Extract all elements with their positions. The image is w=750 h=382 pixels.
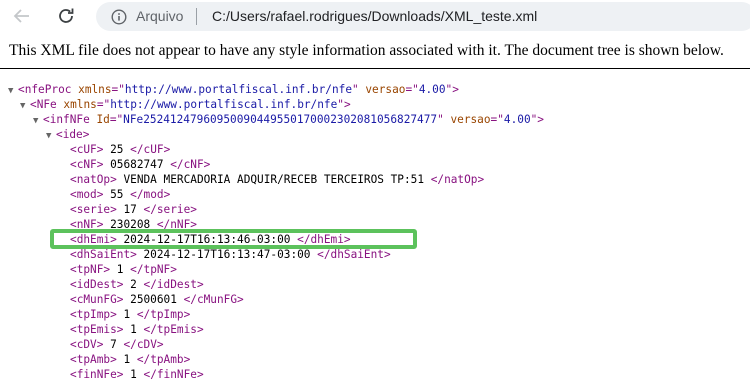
xml-field-tpAmb: <tpAmb> 1 </tpAmb> [70,353,191,366]
xml-node-ide: ▼ <ide> [46,127,89,142]
banner-message: This XML file does not appear to have an… [9,42,724,59]
xml-node-NFe: ▼ <NFe xmlns="http://www.portalfiscal.inf… [20,97,351,112]
xml-field-natOp: <natOp> VENDA MERCADORIA ADQUIR/RECEB TE… [70,173,485,186]
xml-field-dhSaiEnt: <dhSaiEnt> 2024-12-17T16:13:47-03:00 </d… [70,248,391,261]
reload-icon [59,8,74,23]
xml-field-cNF: <cNF> 05682747 </cNF> [70,158,211,171]
collapse-toggle-icon[interactable]: ▼ [20,99,30,114]
address-bar[interactable]: Arquivo C:/Users/rafael.rodrigues/Downlo… [96,2,750,31]
xml-field-mod: <mod> 55 </mod> [70,188,171,201]
omnibox-separator [196,8,197,25]
highlight-box [50,229,417,249]
xml-node-nfeProc: ▼ <nfeProc xmlns="http://www.portalfiscal… [8,82,459,97]
xml-field-cUF: <cUF> 25 </cUF> [70,143,171,156]
xml-field-cDV: <cDV> 7 </cDV> [70,338,164,351]
xml-field-idDest: <idDest> 2 </idDest> [70,278,204,291]
back-arrow-icon [13,9,29,23]
xml-field-serie: <serie> 17 </serie> [70,203,197,216]
xml-field-finNFe: <finNFe> 1 </finNFe> [70,368,204,381]
browser-toolbar: Arquivo C:/Users/rafael.rodrigues/Downlo… [0,0,750,33]
xml-field-cMunFG: <cMunFG> 2500601 </cMunFG> [70,293,244,306]
info-icon[interactable] [111,9,127,25]
xml-field-tpEmis: <tpEmis> 1 </tpEmis> [70,323,204,336]
reload-button[interactable] [54,4,78,28]
site-label: Arquivo [136,8,184,24]
back-button[interactable] [10,4,34,28]
url-text[interactable]: C:/Users/rafael.rodrigues/Downloads/XML_… [212,8,537,24]
collapse-toggle-icon[interactable]: ▼ [46,129,56,144]
xml-field-tpImp: <tpImp> 1 </tpImp> [70,308,191,321]
collapse-toggle-icon[interactable]: ▼ [33,114,43,129]
xml-info-banner: This XML file does not appear to have an… [0,34,750,69]
xml-field-tpNF: <tpNF> 1 </tpNF> [70,263,177,276]
collapse-toggle-icon[interactable]: ▼ [8,84,18,99]
xml-node-infNFe: ▼ <infNFe Id="NFe252412479609500904495501… [33,112,544,127]
